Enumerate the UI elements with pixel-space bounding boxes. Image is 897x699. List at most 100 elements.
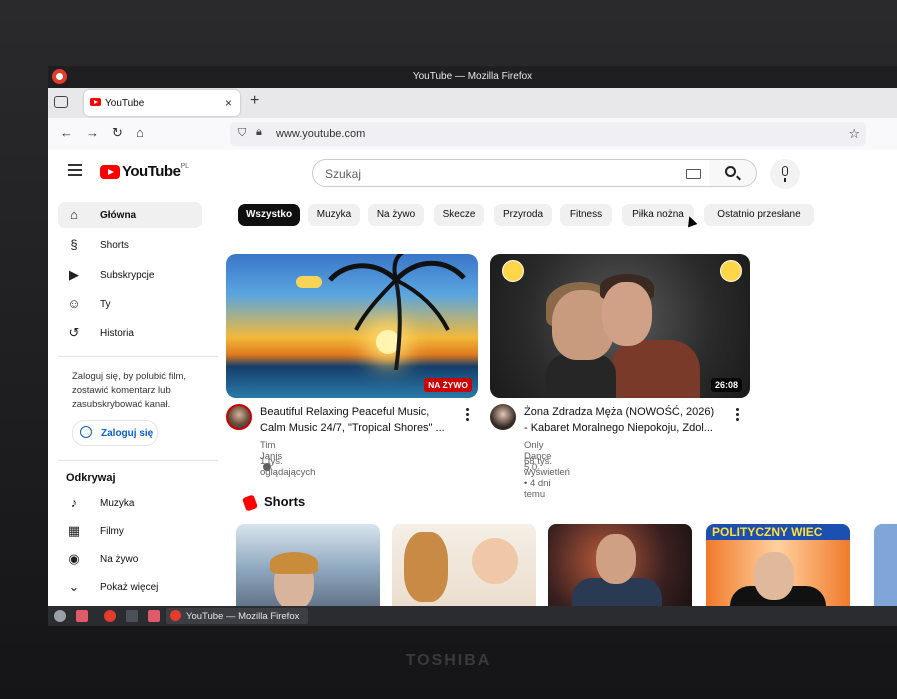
video-title-line: - Kabaret Moralnego Niepokoju, Zdol... [524,422,713,434]
live-badge: NA ŻYWO [424,378,472,392]
video-title[interactable]: Żona Zdradza Męża (NOWOŚĆ, 2026) - Kabar… [524,404,734,436]
duration-badge: 26:08 [710,378,742,392]
terminal-icon[interactable] [126,610,138,622]
sidebar-item-label: Subskrypcje [100,270,155,281]
sidebar-item-label: Główna [100,210,137,221]
keyboard-icon[interactable] [686,169,701,179]
chip-nature[interactable]: Przyroda [494,204,552,226]
sidebar-item-history[interactable]: ↺ Historia [58,320,202,346]
video-thumbnail[interactable]: NA ŻYWO [226,254,478,398]
history-icon: ↺ [68,325,80,340]
thumbnail-figure [472,538,518,584]
sidebar-item-label: Historia [100,328,134,339]
chip-recently-uploaded[interactable]: Ostatnio przesłane [704,204,814,226]
home-icon: ⌂ [70,207,78,222]
chip-fitness[interactable]: Fitness [560,204,612,226]
chip-music[interactable]: Muzyka [308,204,360,226]
files-icon[interactable] [148,610,160,622]
short-thumbnail[interactable]: POLITYCZNY WIEC [706,524,850,614]
search-button[interactable] [709,159,757,187]
tab-strip: YouTube × + [48,88,897,118]
sidebar-item-live[interactable]: ◉ Na żywo [58,546,202,572]
short-thumbnail[interactable] [392,524,536,614]
short-thumbnail[interactable] [236,524,380,614]
search-placeholder: Szukaj [325,167,362,181]
youtube-logo[interactable]: YouTubePL [100,163,189,181]
sidebar-item-home[interactable]: ⌂ Główna [58,202,202,228]
firefox-icon [170,610,181,621]
video-title-line: Beautiful Relaxing Peaceful Music, [260,406,430,418]
sidebar-item-label: Ty [100,299,111,310]
reload-icon[interactable]: ↻ [112,125,123,141]
video-title[interactable]: Beautiful Relaxing Peaceful Music, Calm … [260,404,460,436]
sidebar: ⌂ Główna § Shorts ▶ Subskrypcje ☺ Ty ↺ H… [48,196,224,606]
thumbnail-figure [404,532,448,602]
sidebar-item-music[interactable]: ♪ Muzyka [58,490,202,516]
tab-close-icon[interactable]: × [225,96,232,110]
sidebar-item-shorts[interactable]: § Shorts [58,232,202,258]
youtube-logo-text: YouTube [122,163,181,181]
film-icon: ▦ [67,523,81,538]
menu-icon[interactable] [68,164,82,179]
sidebar-item-subscriptions[interactable]: ▶ Subskrypcje [58,262,202,288]
chip-sketches[interactable]: Skecze [434,204,484,226]
voice-search-button[interactable] [770,159,800,189]
video-meta: 68 tys. wyświetleń • 4 dni temu [524,456,570,500]
tab-label: YouTube [105,98,145,109]
live-icon: ◉ [68,551,80,566]
thumbnail-figure [596,534,636,584]
search-input[interactable]: Szukaj [312,159,710,187]
chip-live[interactable]: Na żywo [368,204,424,226]
back-icon[interactable]: ← [60,125,73,140]
more-options-icon[interactable] [466,408,470,423]
short-banner-text: POLITYCZNY WIEC [706,524,850,540]
signin-label: Zaloguj się [101,428,154,439]
short-thumbnail[interactable] [548,524,692,614]
palm-tree-icon [328,254,466,370]
chip-football[interactable]: Piłka nożna [622,204,694,226]
short-thumbnail[interactable] [874,524,897,614]
mouse-cursor-icon [684,214,698,228]
tab-list-icon[interactable] [54,96,68,108]
chip-all[interactable]: Wszystko [238,204,300,226]
home-icon[interactable]: ⌂ [136,125,144,140]
taskbar-window-label: YouTube — Mozilla Firefox [186,611,300,622]
signin-button[interactable]: Zaloguj się [72,420,158,446]
sidebar-item-label: Muzyka [100,498,135,509]
navigation-bar: ← → ↻ ⌂ ⛉ 🔒︎ www.youtube.com ☆ [48,118,897,151]
sidebar-item-label: Shorts [100,240,129,251]
folder-icon[interactable] [76,610,88,622]
region-code: PL [180,163,189,170]
sidebar-item-show-more[interactable]: ⌄ Pokaż więcej [58,574,202,600]
video-title-line: Calm Music 24/7, "Tropical Shores" ... [260,422,445,434]
window-title: YouTube — Mozilla Firefox [412,71,533,82]
tab-youtube[interactable]: YouTube × [84,90,240,116]
url-bar[interactable]: ⛉ 🔒︎ www.youtube.com ☆ [230,122,866,146]
youtube-favicon-icon [90,98,101,106]
video-thumbnail[interactable]: 26:08 [490,254,750,398]
channel-avatar[interactable] [490,404,516,430]
sidebar-item-films[interactable]: ▦ Filmy [58,518,202,544]
account-icon [80,426,92,438]
new-tab-button[interactable]: + [250,92,259,110]
firefox-launcher-icon[interactable] [104,610,116,622]
forward-icon[interactable]: → [86,125,99,140]
more-options-icon[interactable] [736,408,740,423]
you-icon: ☺ [67,296,81,311]
emoji-icon [720,260,742,282]
channel-avatar[interactable] [226,404,252,430]
shorts-icon: § [70,237,78,252]
shield-icon[interactable]: ⛉ [238,127,246,140]
subscriptions-icon: ▶ [69,267,79,282]
url-text[interactable]: www.youtube.com [276,128,365,140]
shorts-title: Shorts [264,494,306,509]
sidebar-item-you[interactable]: ☺ Ty [58,291,202,317]
lock-icon[interactable]: 🔒︎ [256,126,262,139]
shorts-heading: Shorts [241,493,306,512]
bookmark-star-icon[interactable]: ☆ [848,126,860,142]
sidebar-item-label: Pokaż więcej [100,582,159,593]
screen: YouTube — Mozilla Firefox YouTube × + ← … [48,66,897,626]
start-menu-icon[interactable] [54,610,66,622]
taskbar-window-firefox[interactable]: YouTube — Mozilla Firefox [166,608,308,624]
thumbnail-figure [270,552,318,610]
